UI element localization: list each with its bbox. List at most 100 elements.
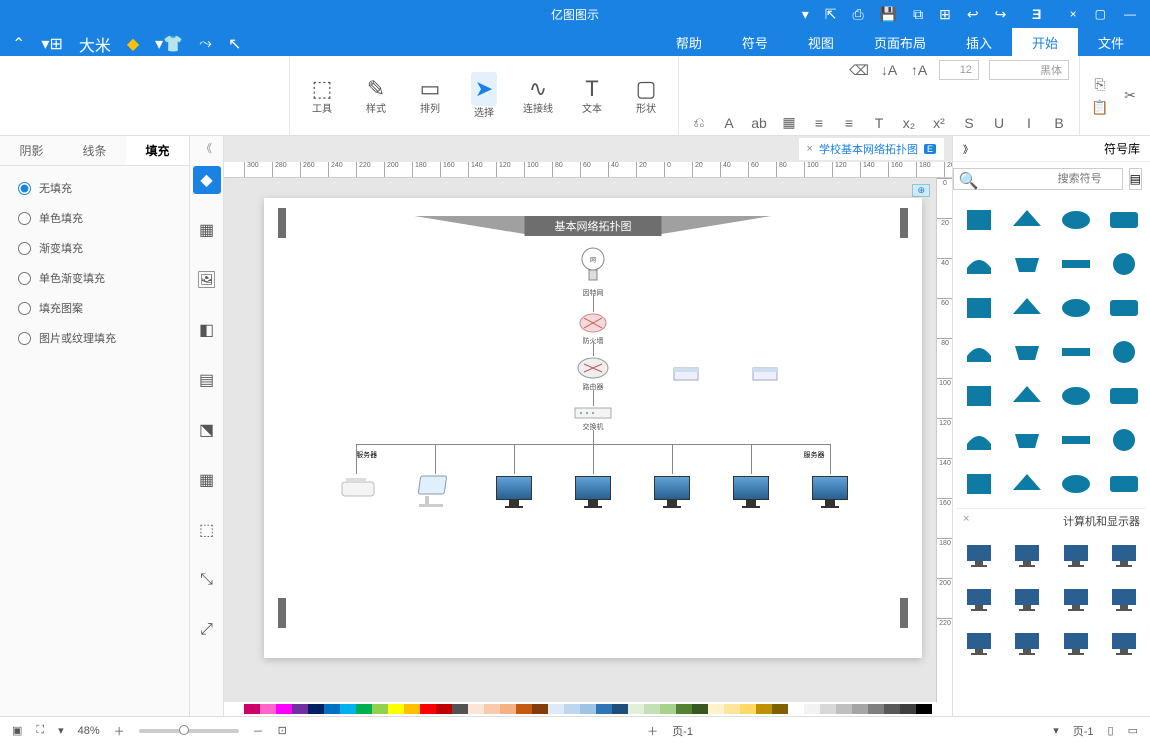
color-swatch[interactable] [324, 704, 340, 714]
shape-network-8[interactable] [1102, 288, 1146, 328]
clear-format-icon[interactable]: ⌫ [849, 62, 869, 79]
color-swatch[interactable] [260, 704, 276, 714]
color-swatch[interactable] [644, 704, 660, 714]
shape-network-11[interactable] [957, 288, 1001, 328]
color-swatch[interactable] [772, 704, 788, 714]
window-icon[interactable]: ⧉ [913, 6, 923, 23]
font-btn[interactable]: T [869, 115, 889, 131]
strip-btn-0[interactable]: ◆ [193, 166, 221, 194]
menu-tab-5[interactable]: 符号 [722, 28, 788, 56]
close-tab-icon[interactable]: × [807, 143, 813, 155]
redo-icon[interactable]: ↪ [995, 6, 1007, 23]
save-icon[interactable]: 💾 [880, 6, 897, 23]
shape-computer-9[interactable] [1054, 625, 1098, 665]
color-swatch[interactable] [436, 704, 452, 714]
font-btn[interactable]: I [1019, 115, 1039, 131]
color-swatch[interactable] [372, 704, 388, 714]
shape-network-1[interactable] [1054, 200, 1098, 240]
color-swatch[interactable] [292, 704, 308, 714]
color-swatch[interactable] [660, 704, 676, 714]
fullscreen-icon[interactable]: ⛶ [36, 724, 44, 737]
font-grow-icon[interactable]: A↑ [909, 62, 929, 78]
close-category-icon[interactable]: × [963, 513, 969, 529]
shape-network-3[interactable] [957, 200, 1001, 240]
page-indicator-left[interactable]: 页-1 [672, 723, 693, 739]
tool-文本[interactable]: T文本 [570, 76, 614, 115]
paste-icon[interactable]: 📋 [1090, 99, 1110, 116]
strip-btn-2[interactable]: 🖼 [193, 266, 221, 294]
font-size-select[interactable] [939, 60, 979, 80]
font-btn[interactable]: ab [749, 115, 769, 131]
color-swatch[interactable] [916, 704, 932, 714]
color-swatch[interactable] [404, 704, 420, 714]
color-swatch[interactable] [308, 704, 324, 714]
color-swatch-bar[interactable] [224, 702, 952, 716]
cut-icon[interactable]: ✂ [1120, 87, 1140, 104]
shape-network-26[interactable] [1005, 464, 1049, 504]
export-icon[interactable]: ⇱ [825, 6, 837, 23]
font-btn[interactable]: B [1049, 115, 1069, 131]
search-icon[interactable]: 🔍 [959, 171, 979, 191]
shape-computer-8[interactable] [1102, 625, 1146, 665]
node-pc-2[interactable] [573, 476, 613, 508]
shape-computer-0[interactable] [1102, 537, 1146, 577]
expand-strip-icon[interactable]: 》 [201, 140, 212, 156]
color-swatch[interactable] [564, 704, 580, 714]
color-swatch[interactable] [580, 704, 596, 714]
maximize-icon[interactable]: ▢ [1095, 7, 1106, 21]
fill-option-3[interactable]: 单色渐变填充 [18, 270, 171, 286]
node-pc-3[interactable] [652, 476, 692, 508]
color-swatch[interactable] [852, 704, 868, 714]
font-btn[interactable]: ≡ [839, 115, 859, 131]
library-icon[interactable]: ▤ [1129, 168, 1142, 190]
font-btn[interactable]: x₂ [899, 115, 919, 131]
color-swatch[interactable] [836, 704, 852, 714]
origin-marker[interactable]: ⊕ [912, 184, 930, 197]
tool-样式[interactable]: ✎样式 [354, 76, 398, 115]
fit-icon[interactable]: ▣ [12, 724, 22, 737]
shape-network-0[interactable] [1102, 200, 1146, 240]
tool-选择[interactable]: ➤选择 [462, 72, 506, 119]
copy-icon[interactable]: ⎘ [1090, 76, 1110, 93]
strip-btn-4[interactable]: ▤ [193, 366, 221, 394]
close-icon[interactable]: × [1070, 7, 1077, 21]
node-pc-1[interactable] [494, 476, 534, 508]
shape-network-21[interactable] [1054, 420, 1098, 460]
menu-tab-2[interactable]: 插入 [946, 28, 1012, 56]
fill-option-5[interactable]: 图片或纹理填充 [18, 330, 171, 346]
fill-option-0[interactable]: 无填充 [18, 180, 171, 196]
shape-network-23[interactable] [957, 420, 1001, 460]
color-swatch[interactable] [756, 704, 772, 714]
shape-network-9[interactable] [1054, 288, 1098, 328]
shape-network-15[interactable] [957, 332, 1001, 372]
node-device-2[interactable] [415, 474, 455, 508]
zoom-out-icon[interactable]: － [253, 723, 264, 739]
menu-tab-3[interactable]: 页面布局 [854, 28, 946, 56]
color-swatch[interactable] [484, 704, 500, 714]
fill-option-4[interactable]: 填充图案 [18, 300, 171, 316]
shape-network-17[interactable] [1054, 376, 1098, 416]
color-swatch[interactable] [548, 704, 564, 714]
prop-tab-2[interactable]: 阴影 [0, 136, 63, 165]
minimize-icon[interactable]: — [1124, 7, 1136, 21]
color-swatch[interactable] [420, 704, 436, 714]
layout-icon-2[interactable]: ▯ [1108, 724, 1114, 737]
node-device-1[interactable] [336, 476, 380, 500]
font-shrink-icon[interactable]: A↓ [879, 62, 899, 78]
zoom-slider[interactable] [139, 729, 239, 733]
diamond-icon[interactable]: ◆ [127, 34, 139, 54]
color-swatch[interactable] [692, 704, 708, 714]
fill-option-2[interactable]: 渐变填充 [18, 240, 171, 256]
undo-icon[interactable]: ↩ [967, 6, 979, 23]
color-swatch[interactable] [788, 704, 804, 714]
shape-network-19[interactable] [957, 376, 1001, 416]
strip-btn-8[interactable]: ⤡ [193, 566, 221, 594]
color-swatch[interactable] [724, 704, 740, 714]
shape-computer-11[interactable] [957, 625, 1001, 665]
node-pc-5[interactable] [810, 476, 850, 508]
color-swatch[interactable] [468, 704, 484, 714]
node-router[interactable]: 路由器 [576, 356, 610, 392]
shape-network-10[interactable] [1005, 288, 1049, 328]
zoom-fit-icon[interactable]: ⊡ [278, 724, 287, 737]
shape-computer-1[interactable] [1054, 537, 1098, 577]
